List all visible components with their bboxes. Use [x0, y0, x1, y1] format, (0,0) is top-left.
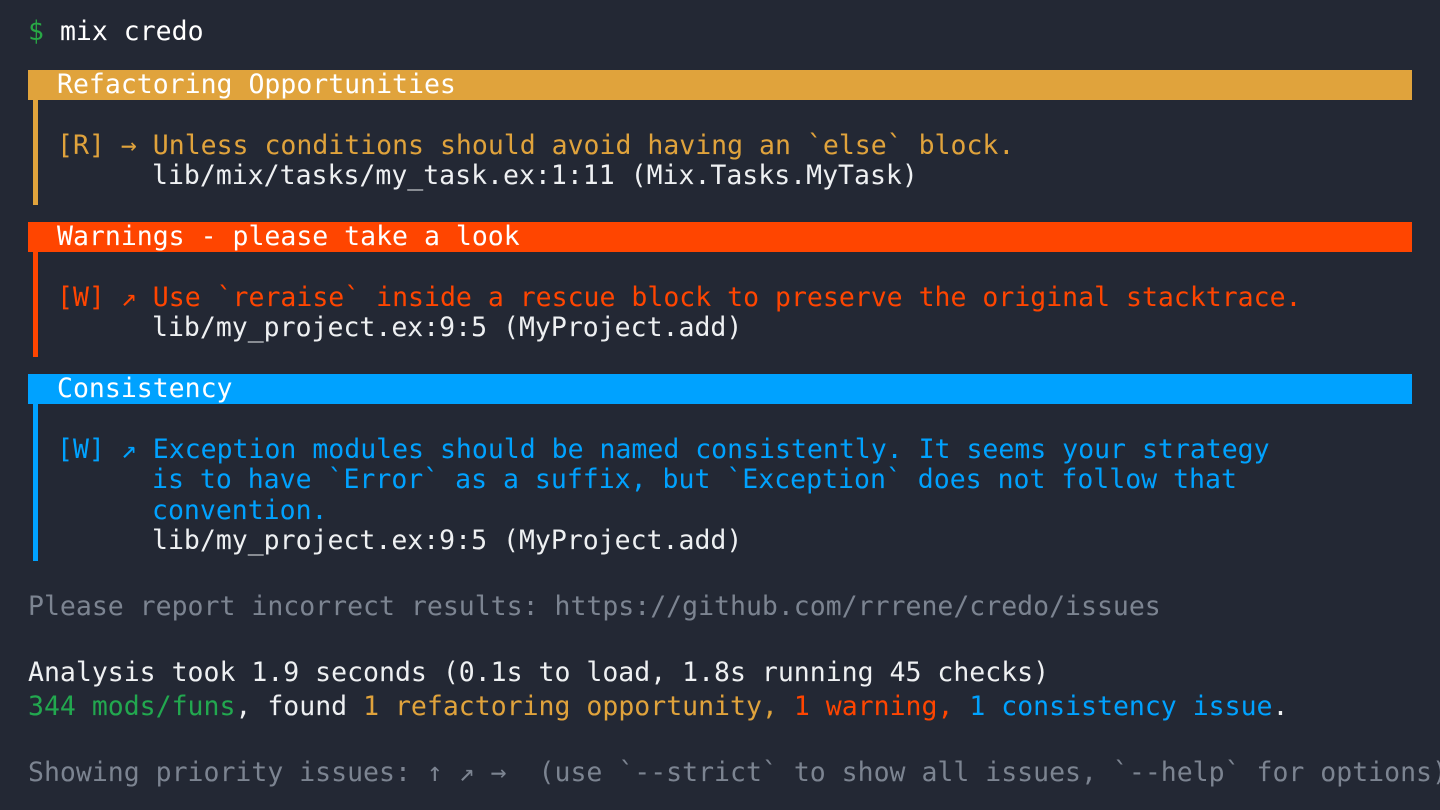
- issue-text: Unless conditions should avoid having an…: [153, 130, 1015, 161]
- summary-period: .: [1273, 691, 1289, 722]
- issue-message-consistency-0-line1: [W] ↗ Exception modules should be named …: [57, 435, 1270, 465]
- issue-counts-line: 344 mods/funs, found 1 refactoring oppor…: [28, 692, 1288, 722]
- issue-message-warnings-0: [W] ↗ Use `reraise` inside a rescue bloc…: [57, 283, 1302, 313]
- analysis-summary-line: Analysis took 1.9 seconds (0.1s to load,…: [28, 658, 1049, 688]
- issue-message-consistency-0-line3: convention.: [152, 496, 328, 526]
- section-header-consistency: Consistency: [28, 374, 1412, 404]
- issue-tag: [W]: [57, 282, 105, 313]
- separator-1: ,: [762, 691, 794, 722]
- report-issues-line[interactable]: Please report incorrect results: https:/…: [28, 592, 1161, 622]
- prompt-sigil: $: [28, 16, 44, 47]
- issue-text: Use `reraise` inside a rescue block to p…: [153, 282, 1302, 313]
- refactoring-count: 1 refactoring opportunity: [363, 691, 762, 722]
- issue-tag: [R]: [57, 130, 105, 161]
- issue-message-consistency-0-line2: is to have `Error` as a suffix, but `Exc…: [152, 465, 1237, 495]
- separator-2: ,: [937, 691, 969, 722]
- warning-count: 1 warning: [794, 691, 938, 722]
- issue-text: Exception modules should be named consis…: [153, 434, 1270, 465]
- priority-hint-line: Showing priority issues: ↑ ↗ → (use `--s…: [28, 758, 1440, 788]
- issue-location-refactoring-0[interactable]: lib/mix/tasks/my_task.ex:1:11 (Mix.Tasks…: [152, 161, 918, 191]
- section-header-warnings: Warnings - please take a look: [28, 222, 1412, 252]
- section-header-refactoring: Refactoring Opportunities: [28, 70, 1412, 100]
- section-title-refactoring: Refactoring Opportunities: [28, 70, 456, 100]
- section-rail-refactoring: [33, 100, 38, 205]
- issue-location-warnings-0[interactable]: lib/my_project.ex:9:5 (MyProject.add): [152, 313, 742, 343]
- priority-arrow-icons: ↑ ↗ →: [427, 757, 507, 788]
- section-title-consistency: Consistency: [28, 374, 233, 404]
- consistency-count: 1 consistency issue: [969, 691, 1272, 722]
- arrow-up-right-icon: ↗: [121, 434, 137, 465]
- section-title-warnings: Warnings - please take a look: [28, 222, 520, 252]
- arrow-up-right-icon: ↗: [121, 282, 137, 313]
- shell-prompt-line: $ mix credo: [28, 17, 204, 47]
- section-rail-warnings: [33, 252, 38, 357]
- priority-hint-prefix: Showing priority issues:: [28, 757, 427, 788]
- terminal-window: $ mix credo Refactoring Opportunities [R…: [0, 0, 1440, 810]
- section-rail-consistency: [33, 404, 38, 561]
- mods-funs-count: 344 mods/funs: [28, 691, 235, 722]
- arrow-right-icon: →: [121, 130, 137, 161]
- priority-hint-suffix: (use `--strict` to show all issues, `--h…: [507, 757, 1440, 788]
- issue-location-consistency-0[interactable]: lib/my_project.ex:9:5 (MyProject.add): [152, 526, 742, 556]
- prompt-command: mix credo: [44, 16, 204, 47]
- issue-message-refactoring-0: [R] → Unless conditions should avoid hav…: [57, 131, 1014, 161]
- found-label: , found: [235, 691, 363, 722]
- issue-tag: [W]: [57, 434, 105, 465]
